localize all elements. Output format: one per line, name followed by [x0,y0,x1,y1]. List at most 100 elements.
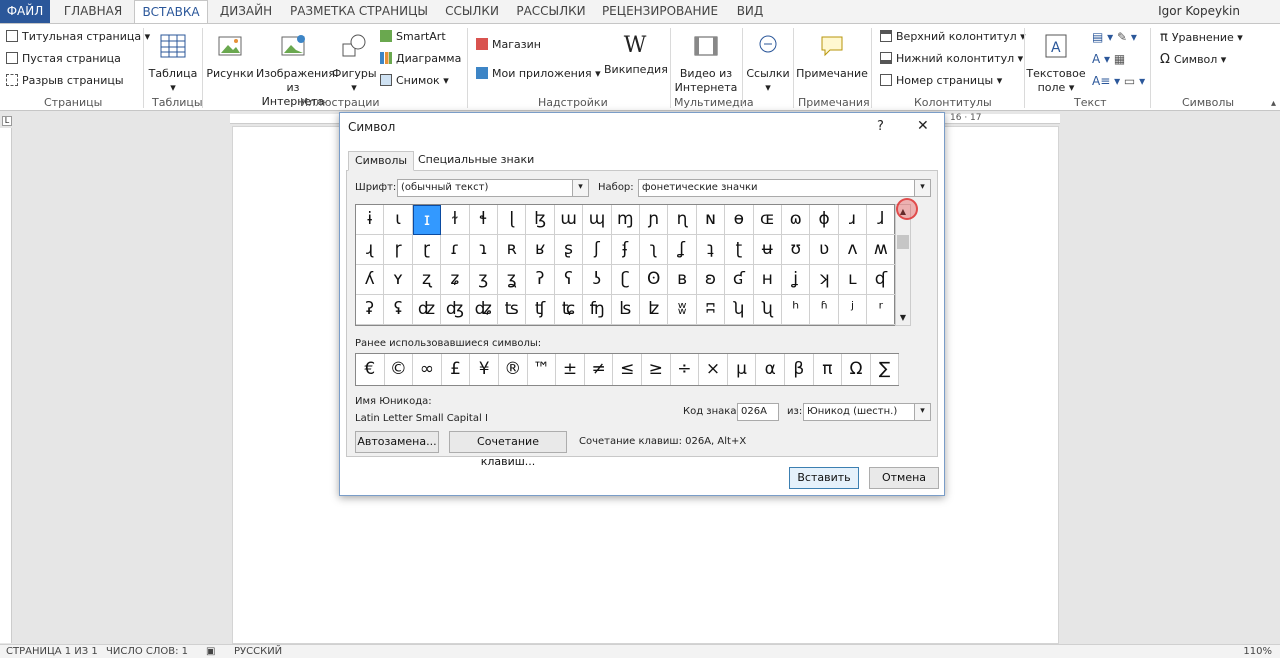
scroll-down-icon[interactable]: ▼ [897,312,909,324]
tab-home[interactable]: ГЛАВНАЯ [54,0,132,23]
header-button[interactable]: Верхний колонтитул ▾ [880,30,1026,43]
recent-symbol-cell[interactable]: £ [442,354,471,385]
symbol-cell[interactable]: ʫ [640,295,669,325]
recent-symbol-cell[interactable]: © [385,354,414,385]
symbol-cell[interactable]: ʉ [753,235,782,265]
symbol-cell[interactable]: ɨ [356,205,385,235]
symbol-cell[interactable]: ʆ [668,235,697,265]
recent-symbol-cell[interactable]: ® [499,354,528,385]
pictures-button[interactable]: Рисунки [206,32,254,81]
symbol-cell[interactable]: ʒ [469,265,498,295]
symbol-cell[interactable]: ɼ [384,235,413,265]
user-name[interactable]: Igor Kopeykin [1158,4,1240,18]
store-button[interactable]: Магазин [476,38,541,51]
page-number-button[interactable]: Номер страницы ▾ [880,74,1002,87]
symbol-cell[interactable]: ʙ [668,265,697,295]
recent-symbol-cell[interactable]: α [756,354,785,385]
tab-view[interactable]: ВИД [728,0,772,23]
chart-button[interactable]: Диаграмма [380,52,461,65]
symbol-cell[interactable]: ʔ [526,265,555,295]
symbol-cell[interactable]: ʕ [554,265,584,295]
symbol-cell[interactable]: ʡ [356,295,385,325]
symbol-cell[interactable]: ʀ [498,235,527,265]
symbol-cell[interactable]: ʠ [867,265,896,295]
symbol-cell[interactable]: ɽ [412,235,442,265]
recent-symbol-cell[interactable]: π [814,354,843,385]
symbol-cell[interactable]: ʑ [441,265,470,295]
symbol-cell[interactable]: ʜ [753,265,782,295]
recent-symbol-cell[interactable]: ÷ [671,354,700,385]
close-icon[interactable]: ✕ [917,118,929,134]
tab-mailings[interactable]: РАССЫЛКИ [510,0,592,23]
symbol-cell[interactable]: ʘ [640,265,669,295]
symbol-cell[interactable]: ʰ [782,295,811,325]
symbol-cell[interactable]: ʊ [782,235,811,265]
symbol-cell[interactable]: ʃ [583,235,612,265]
recent-symbol-cell[interactable]: ™ [528,354,557,385]
symbol-cell[interactable]: ɩ [384,205,413,235]
symbol-cell[interactable]: ʄ [611,235,640,265]
dropcap-icon[interactable]: A≡ ▾ ▭ ▾ [1092,74,1145,88]
symbol-cell[interactable]: ʪ [611,295,640,325]
symbol-cell[interactable]: ɿ [469,235,498,265]
shortcut-key-button[interactable]: Сочетание клавиш... [449,431,567,468]
textbox-button[interactable]: A Текстовое поле ▾ [1026,32,1086,95]
symbol-cell[interactable]: ʦ [498,295,527,325]
smartart-button[interactable]: SmartArt [380,30,446,43]
tab-design[interactable]: ДИЗАЙН [212,0,280,23]
symbol-cell[interactable]: ʚ [696,265,726,295]
symbol-cell[interactable]: ɶ [753,205,782,235]
symbol-cell[interactable]: ɳ [668,205,697,235]
symbol-cell[interactable]: ʛ [725,265,754,295]
online-video-button[interactable]: Видео из Интернета [674,32,738,95]
symbol-grid-scrollbar[interactable]: ▲ ▼ [895,204,911,326]
symbol-cell[interactable]: ʝ [782,265,811,295]
symbol-cell[interactable]: ɷ [782,205,811,235]
symbol-cell[interactable]: ʁ [526,235,555,265]
symbol-cell[interactable]: ʏ [384,265,413,295]
symbol-cell[interactable]: ʖ [583,265,612,295]
recent-symbol-cell[interactable]: ± [556,354,585,385]
tab-references[interactable]: ССЫЛКИ [438,0,506,23]
symbol-cell[interactable]: ɸ [810,205,839,235]
symbol-cell[interactable]: ʐ [412,265,442,295]
help-button[interactable]: ? [877,119,884,134]
symbol-cell[interactable]: ɫ [441,205,470,235]
recent-symbol-cell[interactable]: ≠ [585,354,614,385]
my-apps-button[interactable]: Мои приложения ▾ [476,67,601,80]
screenshot-button[interactable]: Снимок ▾ [380,74,449,87]
proofing-icon[interactable]: ▣ [206,646,215,657]
symbol-cell[interactable]: ʟ [838,265,868,295]
recent-symbol-cell[interactable]: Ω [842,354,871,385]
recent-symbol-cell[interactable]: μ [728,354,757,385]
page-break-button[interactable]: Разрыв страницы [6,74,124,87]
recent-symbol-cell[interactable]: ¥ [470,354,499,385]
table-button[interactable]: Таблица ▾ [148,32,198,95]
symbol-cell[interactable]: ʣ [412,295,442,325]
symbol-button[interactable]: Ω Символ ▾ [1160,52,1226,67]
quick-parts-icon[interactable]: ▤ ▾ ✎ ▾ [1092,30,1137,44]
equation-button[interactable]: π Уравнение ▾ [1160,30,1243,45]
symbol-cell[interactable]: ɬ [469,205,498,235]
wikipedia-button[interactable]: W Википедия [604,32,668,77]
symbol-cell[interactable]: ʍ [867,235,896,265]
tab-review[interactable]: РЕЦЕНЗИРОВАНИЕ [596,0,724,23]
symbol-cell[interactable]: ʳ [867,295,896,325]
symbol-cell[interactable]: ʲ [838,295,868,325]
footer-button[interactable]: Нижний колонтитул ▾ [880,52,1023,65]
autocorrect-button[interactable]: Автозамена... [355,431,439,453]
symbol-cell[interactable]: ɭ [498,205,527,235]
symbol-cell[interactable]: ʓ [498,265,527,295]
recent-symbol-cell[interactable]: ∞ [413,354,442,385]
links-button[interactable]: Ссылки ▾ [746,32,790,95]
font-select[interactable]: (обычный текст) ▾ [397,179,589,197]
zoom-level[interactable]: 110% [1243,646,1272,657]
symbol-cell[interactable]: ʤ [441,295,470,325]
symbol-cell[interactable]: ʂ [554,235,584,265]
recent-symbol-cell[interactable]: × [699,354,728,385]
symbol-cell[interactable]: ɱ [611,205,640,235]
word-count[interactable]: ЧИСЛО СЛОВ: 1 [106,646,188,657]
character-code-input[interactable]: 026A [737,403,779,421]
symbol-cell[interactable]: ɯ [554,205,584,235]
symbol-cell[interactable]: ʋ [810,235,839,265]
